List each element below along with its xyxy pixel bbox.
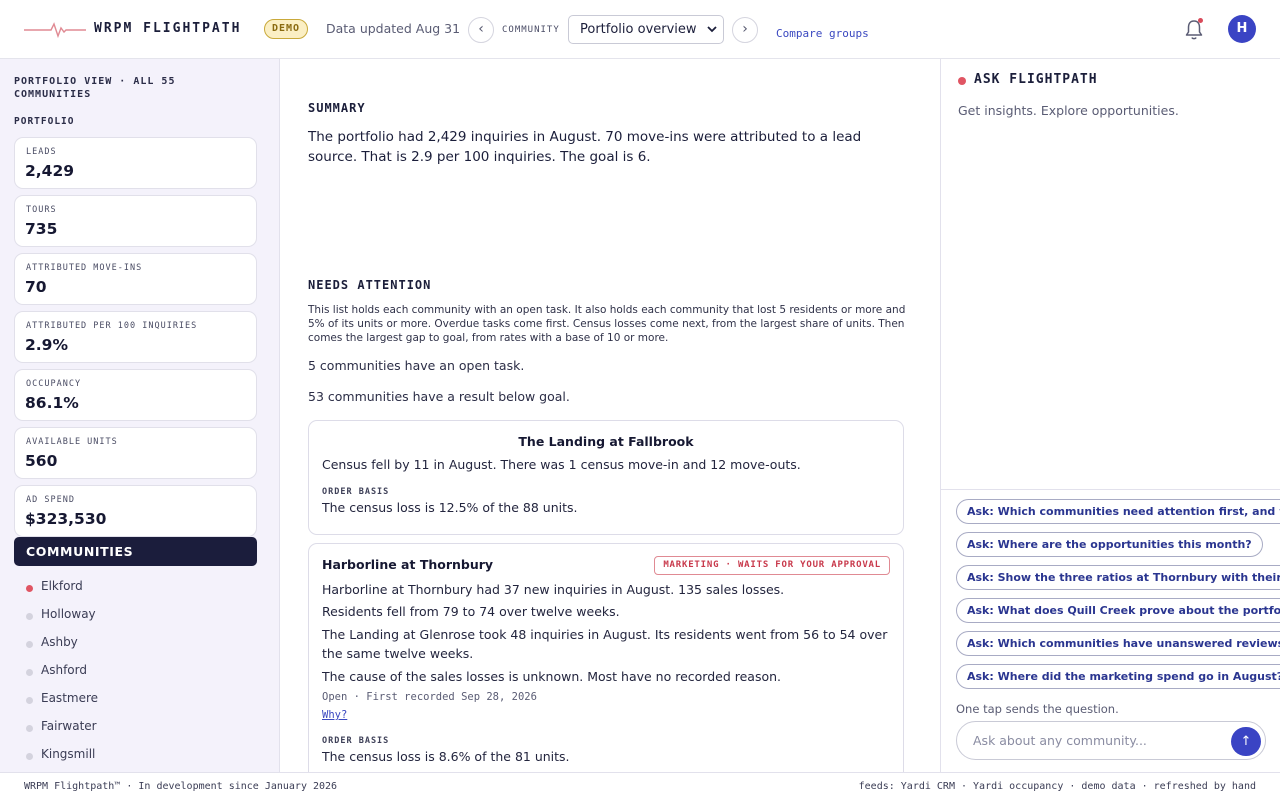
previous-community-button[interactable]: ‹ — [468, 17, 494, 43]
portfolio-view-label: PORTFOLIO VIEW · ALL 55 COMMUNITIES — [14, 76, 176, 100]
status-dot — [26, 585, 33, 592]
card-title: Harborline at Thornbury — [322, 557, 494, 572]
metric-value: 2.9% — [25, 336, 68, 354]
card-text: Census fell by 11 in August. There was 1… — [322, 457, 801, 472]
metric-label: TOURS — [26, 205, 57, 215]
order-basis-label: ORDER BASIS — [322, 487, 390, 497]
order-basis-text: The census loss is 8.6% of the 81 units. — [322, 749, 570, 764]
ask-placeholder: Ask about any community... — [973, 733, 1147, 748]
pulse-logo-icon — [24, 22, 86, 39]
needs-attention-description: This list holds each community with an o… — [308, 304, 906, 344]
metric-card-ad-spend: AD SPEND $323,530 — [14, 485, 257, 537]
notification-dot — [1198, 18, 1203, 23]
sidebar: PORTFOLIO VIEW · ALL 55 COMMUNITIES PORT… — [0, 59, 280, 772]
attention-card[interactable]: The Landing at Fallbrook Census fell by … — [308, 420, 904, 535]
status-dot — [26, 669, 33, 676]
metric-label: ATTRIBUTED PER 100 INQUIRIES — [26, 321, 198, 331]
avatar[interactable]: H — [1228, 15, 1256, 43]
footer-left-text: WRPM Flightpath™ · In development since … — [24, 781, 338, 792]
status-dot — [26, 753, 33, 760]
metric-label: ATTRIBUTED MOVE-INS — [26, 263, 143, 273]
footer: WRPM Flightpath™ · In development since … — [0, 772, 1280, 800]
metric-card-tours: TOURS 735 — [14, 195, 257, 247]
ask-panel: ASK FLIGHTPATH Get insights. Explore opp… — [940, 59, 1280, 772]
metric-value: 70 — [25, 278, 47, 296]
metric-label: AVAILABLE UNITS — [26, 437, 118, 447]
community-select[interactable]: Portfolio overview — [568, 15, 724, 44]
status-dot — [26, 641, 33, 648]
suggested-question-chip[interactable]: Ask: What does Quill Creek prove about t… — [956, 598, 1280, 623]
community-name: Elkford — [41, 579, 83, 593]
data-updated-text: Data updated Aug 31 — [326, 21, 461, 36]
card-text: The cause of the sales losses is unknown… — [322, 669, 782, 684]
card-text: The Landing at Glenrose took 48 inquirie… — [322, 627, 888, 661]
card-title: The Landing at Fallbrook — [518, 434, 694, 449]
community-label: COMMUNITY — [502, 25, 560, 35]
chevron-right-icon: › — [742, 21, 748, 37]
metric-card-available-units: AVAILABLE UNITS 560 — [14, 427, 257, 479]
why-link[interactable]: Why? — [322, 709, 347, 721]
community-name: Holloway — [41, 607, 96, 621]
order-basis-label: ORDER BASIS — [322, 736, 390, 746]
metric-card-attributed-per-100: ATTRIBUTED PER 100 INQUIRIES 2.9% — [14, 311, 257, 363]
compare-groups-link[interactable]: Compare groups — [776, 27, 869, 40]
ask-input[interactable]: Ask about any community... ↑ — [956, 721, 1266, 760]
footer-right-text: feeds: Yardi CRM · Yardi occupancy · dem… — [858, 781, 1256, 792]
suggested-question-chip[interactable]: Ask: Show the three ratios at Thornbury … — [956, 565, 1280, 590]
panel-subtitle: Get insights. Explore opportunities. — [958, 103, 1179, 118]
community-name: Ashford — [41, 663, 87, 677]
brand-name: WRPM FLIGHTPATH — [94, 21, 242, 36]
community-name: Eastmere — [41, 691, 99, 705]
send-arrow-icon: ↑ — [1240, 734, 1252, 749]
metric-value: $323,530 — [25, 510, 107, 528]
metric-label: OCCUPANCY — [26, 379, 82, 389]
community-select-value: Portfolio overview — [580, 22, 697, 37]
metric-card-occupancy: OCCUPANCY 86.1% — [14, 369, 257, 421]
top-bar: WRPM FLIGHTPATH DEMO Data updated Aug 31… — [0, 0, 1280, 59]
status-dot — [958, 77, 966, 85]
metric-card-leads: LEADS 2,429 — [14, 137, 257, 189]
demo-badge: DEMO — [264, 19, 309, 39]
community-name: Kingsmill — [41, 747, 96, 761]
suggested-question-chip[interactable]: Ask: Which communities have unanswered r… — [956, 631, 1280, 656]
chevron-left-icon: ‹ — [478, 21, 484, 37]
metric-value: 560 — [25, 452, 58, 470]
card-text: Harborline at Thornbury had 37 new inqui… — [322, 582, 785, 597]
community-name: Fairwater — [41, 719, 97, 733]
summary-title: SUMMARY — [308, 101, 366, 115]
attention-card[interactable]: Harborline at Thornbury MARKETING · WAIT… — [308, 543, 904, 772]
send-button[interactable]: ↑ — [1231, 727, 1261, 756]
metric-label: AD SPEND — [26, 495, 75, 505]
status-dot — [26, 725, 33, 732]
metric-value: 2,429 — [25, 162, 75, 180]
chevron-down-icon — [707, 26, 717, 33]
metric-label: LEADS — [26, 147, 57, 157]
hint-text: One tap sends the question. — [956, 702, 1119, 716]
community-name: Ashby — [41, 635, 78, 649]
open-task-count: 5 communities have an open task. — [308, 358, 525, 373]
portfolio-section-label: PORTFOLIO — [14, 116, 75, 127]
divider — [941, 489, 1280, 490]
summary-text: The portfolio had 2,429 inquiries in Aug… — [308, 129, 862, 165]
communities-heading[interactable]: COMMUNITIES — [14, 537, 257, 566]
status-dot — [26, 697, 33, 704]
order-basis-text: The census loss is 12.5% of the 88 units… — [322, 500, 578, 515]
status-dot — [26, 613, 33, 620]
metric-value: 86.1% — [25, 394, 79, 412]
suggested-question-chip[interactable]: Ask: Where are the opportunities this mo… — [956, 532, 1263, 557]
main-content: SUMMARY The portfolio had 2,429 inquirie… — [281, 59, 940, 772]
suggested-question-chip[interactable]: Ask: Which communities need attention fi… — [956, 499, 1280, 524]
task-status-text: Open · First recorded Sep 28, 2026 — [322, 691, 537, 703]
panel-title: ASK FLIGHTPATH — [974, 72, 1098, 87]
suggested-question-chip[interactable]: Ask: Where did the marketing spend go in… — [956, 664, 1280, 689]
approval-tag: MARKETING · WAITS FOR YOUR APPROVAL — [654, 556, 890, 575]
below-goal-count: 53 communities have a result below goal. — [308, 389, 570, 404]
metric-card-attributed-move-ins: ATTRIBUTED MOVE-INS 70 — [14, 253, 257, 305]
needs-attention-title: NEEDS ATTENTION — [308, 278, 432, 292]
next-community-button[interactable]: › — [732, 17, 758, 43]
metric-value: 735 — [25, 220, 58, 238]
card-text: Residents fell from 79 to 74 over twelve… — [322, 604, 620, 619]
